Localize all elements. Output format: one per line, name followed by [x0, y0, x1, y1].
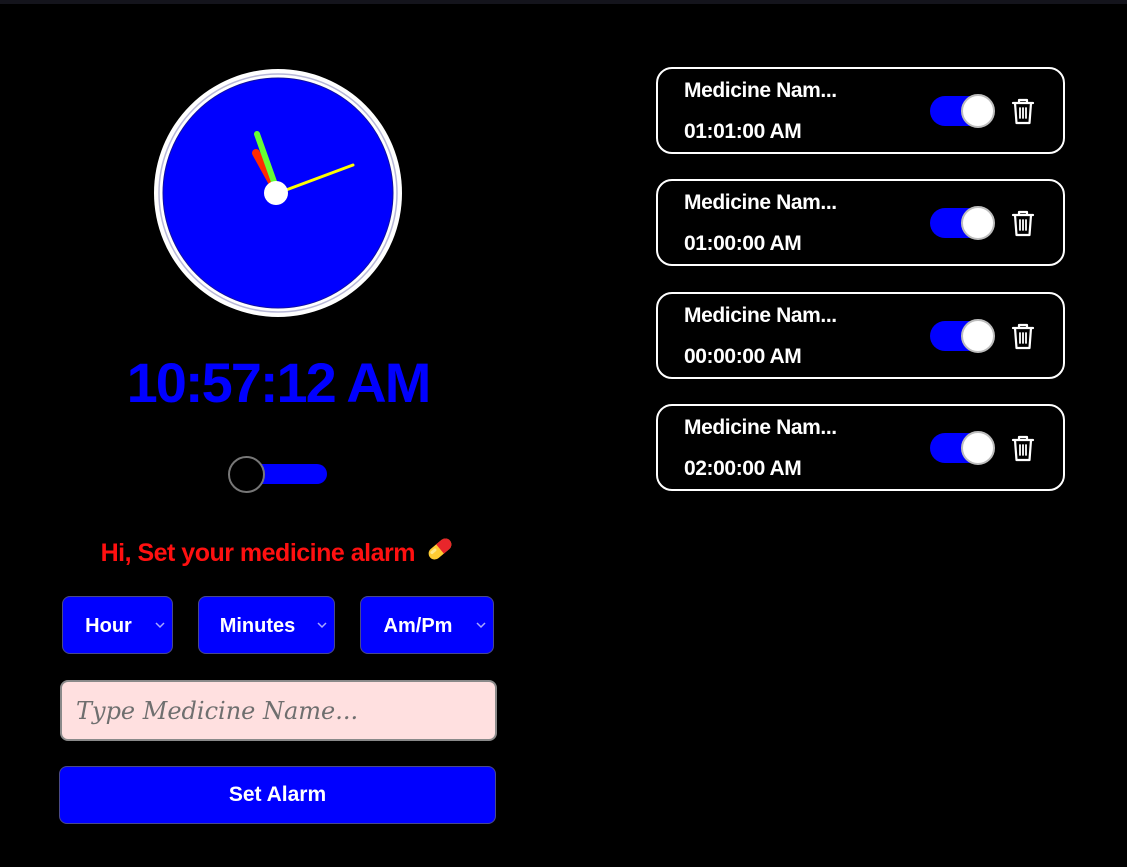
alarm-enable-toggle[interactable]	[930, 431, 995, 465]
alarm-time: 02:00:00 AM	[684, 457, 802, 480]
pill-icon	[425, 534, 455, 574]
minutes-select[interactable]: Minutes	[198, 596, 335, 654]
analog-clock	[152, 67, 404, 319]
alarm-time: 00:00:00 AM	[684, 345, 802, 368]
digital-time-display: 10:57:12 AM	[126, 351, 432, 414]
ampm-select[interactable]: Am/Pm	[360, 596, 494, 654]
trash-icon[interactable]	[1010, 208, 1036, 238]
chevron-down-icon	[155, 622, 165, 629]
theme-toggle-knob	[228, 456, 265, 493]
theme-toggle-switch[interactable]	[227, 455, 329, 493]
chevron-down-icon	[317, 622, 327, 629]
trash-icon[interactable]	[1010, 321, 1036, 351]
alarm-time: 01:00:00 AM	[684, 232, 802, 255]
alarm-time: 01:01:00 AM	[684, 120, 802, 143]
greeting-text: Hi, Set your medicine alarm	[100, 539, 416, 567]
alarm-card: Medicine Nam... 02:00:00 AM	[656, 404, 1065, 491]
trash-icon[interactable]	[1010, 433, 1036, 463]
clock-face	[154, 69, 402, 317]
alarm-card: Medicine Nam... 01:00:00 AM	[656, 179, 1065, 266]
alarm-card: Medicine Nam... 00:00:00 AM	[656, 292, 1065, 379]
alarm-enable-toggle[interactable]	[930, 94, 995, 128]
chevron-down-icon	[476, 622, 486, 629]
clock-center-pin	[264, 181, 288, 205]
alarm-medicine-name: Medicine Nam...	[684, 191, 837, 214]
alarm-enable-toggle[interactable]	[930, 206, 995, 240]
trash-icon[interactable]	[1010, 96, 1036, 126]
window-top-bar	[0, 0, 1127, 4]
medicine-name-input[interactable]	[60, 680, 497, 741]
minutes-select-label: Minutes	[219, 615, 296, 637]
greeting-heading: Hi, Set your medicine alarm	[0, 534, 556, 570]
alarm-card: Medicine Nam... 01:01:00 AM	[656, 67, 1065, 154]
alarm-medicine-name: Medicine Nam...	[684, 79, 837, 102]
alarm-medicine-name: Medicine Nam...	[684, 304, 837, 327]
hour-select[interactable]: Hour	[62, 596, 173, 654]
set-alarm-button[interactable]: Set Alarm	[59, 766, 496, 824]
ampm-select-label: Am/Pm	[383, 615, 453, 637]
alarm-enable-toggle[interactable]	[930, 319, 995, 353]
hour-select-label: Hour	[85, 615, 132, 637]
alarm-medicine-name: Medicine Nam...	[684, 416, 837, 439]
